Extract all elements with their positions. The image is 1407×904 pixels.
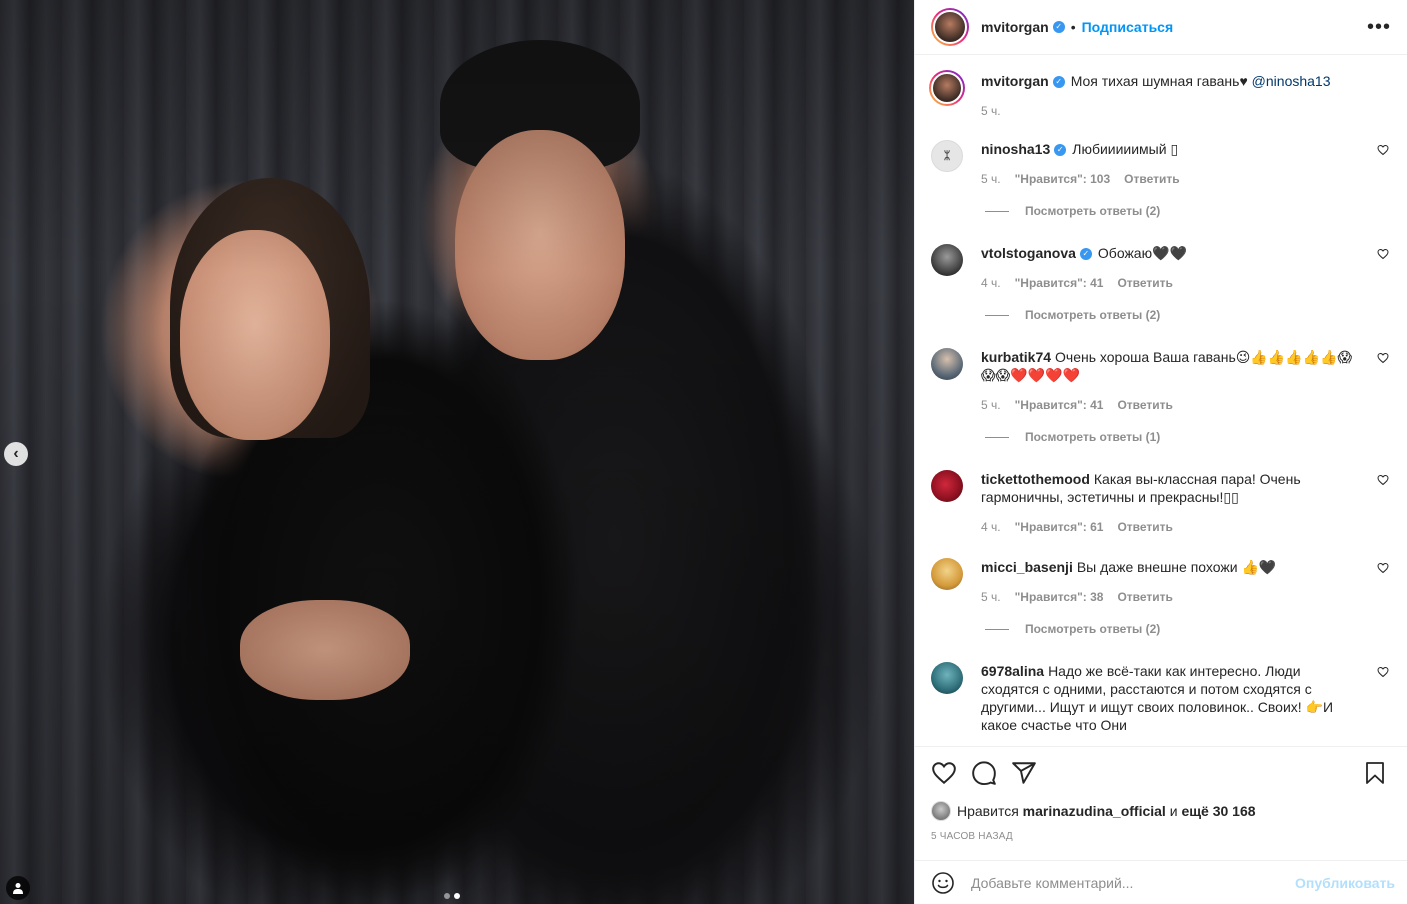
comment-time: 5 ч. [981,590,1001,604]
replies-divider-line [985,210,1009,212]
carousel-dot-active [454,893,460,899]
like-comment-heart-icon[interactable] [1377,666,1389,678]
like-comment-heart-icon[interactable] [1377,352,1389,364]
verified-badge-icon: ✓ [1054,144,1067,157]
comment-avatar[interactable]: ᛯ [931,140,963,172]
comments-list[interactable]: mvitorgan ✓ Моя тихая шумная гавань♥ @nino… [915,56,1407,745]
header-separator: • [1070,19,1076,35]
comment-likes-count[interactable]: "Нравится": 61 [1015,520,1104,534]
comment-text: Любииииимый ▯ [1072,141,1179,157]
comment-item: kurbatik74 Очень хороша Ваша гавань😉👍👍👍👍👍… [931,348,1391,412]
comment-likes-count[interactable]: "Нравится": 41 [1015,276,1104,290]
liker-username[interactable]: marinazudina_official [1023,803,1166,819]
reply-button[interactable]: Ответить [1117,276,1172,290]
more-options-icon[interactable]: ••• [1367,17,1391,37]
comment-time: 4 ч. [981,520,1001,534]
reply-button[interactable]: Ответить [1117,590,1172,604]
comment-likes-count[interactable]: "Нравится": 41 [1015,398,1104,412]
comment-username[interactable]: 6978alina [981,663,1044,679]
replies-divider-line [985,314,1009,316]
caption-avatar[interactable] [929,70,965,106]
comment-username[interactable]: vtolstoganova [981,245,1076,261]
post-side-panel: mvitorgan ✓ • Подписаться ••• mvitorgan ✓… [914,0,1407,904]
user-icon [13,883,23,894]
like-comment-heart-icon[interactable] [1377,248,1389,260]
view-replies-label: Посмотреть ответы (1) [1025,430,1161,444]
comment-avatar[interactable] [931,244,963,276]
previous-photo-button[interactable]: ‹ [4,442,28,466]
post-header: mvitorgan ✓ • Подписаться ••• [915,0,1407,55]
author-username[interactable]: mvitorgan [981,19,1049,35]
chevron-left-icon: ‹ [13,445,19,462]
likes-summary: Нравится marinazudina_official и ещё 30 … [931,801,1391,821]
comment-item: vtolstoganova ✓ Обожаю🖤🖤 4 ч. "Нравится": … [931,244,1391,290]
verified-badge-icon: ✓ [1079,248,1092,261]
comment-item: tickettothemood Какая вы-классная пара! О… [931,470,1391,534]
comment-item: ᛯ ninosha13 ✓ Любииииимый ▯ 5 ч. "Нравится… [931,140,1391,186]
comment-bubble-icon[interactable] [971,760,997,786]
liker-avatar[interactable] [931,801,951,821]
likes-and: и [1169,803,1178,819]
like-comment-heart-icon[interactable] [1377,474,1389,486]
view-replies-label: Посмотреть ответы (2) [1025,622,1161,636]
view-replies-button[interactable]: Посмотреть ответы (2) [985,622,1391,636]
comment-item: micci_basenji Вы даже внешне похожи 👍🖤 5 … [931,558,1391,604]
view-replies-label: Посмотреть ответы (2) [1025,308,1161,322]
post-actions: Нравится marinazudina_official и ещё 30 … [915,746,1407,862]
photo-shade [0,0,914,904]
author-avatar[interactable] [931,8,969,46]
comment-avatar[interactable] [931,558,963,590]
comment-likes-count[interactable]: "Нравится": 103 [1015,172,1111,186]
comment-input[interactable] [971,874,1296,891]
caption-time: 5 ч. [981,104,1001,118]
share-plane-icon[interactable] [1011,760,1037,786]
caption-username[interactable]: mvitorgan [981,73,1049,89]
reply-button[interactable]: Ответить [1124,172,1179,186]
comment-username[interactable]: tickettothemood [981,471,1090,487]
verified-badge-icon: ✓ [1052,76,1065,89]
likes-prefix: Нравится [957,803,1019,819]
comment-time: 5 ч. [981,398,1001,412]
avatar-pattern-icon: ᛯ [943,150,951,162]
comment-avatar[interactable] [931,662,963,694]
view-replies-button[interactable]: Посмотреть ответы (2) [985,308,1391,322]
carousel-dot [444,893,450,899]
comment-text: Вы даже внешне похожи 👍🖤 [1076,559,1277,575]
replies-divider-line [985,628,1009,630]
comment-avatar[interactable] [931,348,963,380]
comment-time: 4 ч. [981,276,1001,290]
carousel-indicator [444,893,460,899]
comment-item: 6978alina Надо же всё-таки как интересно.… [931,662,1391,734]
reply-button[interactable]: Ответить [1117,398,1172,412]
comment-time: 5 ч. [981,172,1001,186]
post-comment-button[interactable]: Опубликовать [1295,875,1395,891]
comment-username[interactable]: ninosha13 [981,141,1050,157]
likes-count[interactable]: ещё 30 168 [1181,803,1255,819]
comment-username[interactable]: kurbatik74 [981,349,1051,365]
reply-button[interactable]: Ответить [1117,520,1172,534]
like-comment-heart-icon[interactable] [1377,144,1389,156]
action-icons-row [931,759,1391,787]
verified-badge-icon: ✓ [1052,21,1065,33]
bookmark-icon[interactable] [1363,760,1387,786]
post-photo[interactable]: ‹ [0,0,914,904]
add-comment-bar: Опубликовать [915,860,1407,904]
caption-text: Моя тихая шумная гавань♥ [1070,73,1248,89]
post-timestamp[interactable]: 5 часов назад [931,831,1391,842]
comment-likes-count[interactable]: "Нравится": 38 [1015,590,1104,604]
post-caption: mvitorgan ✓ Моя тихая шумная гавань♥ @nino… [929,70,1391,118]
comment-text: Обожаю🖤🖤 [1097,245,1187,261]
like-heart-icon[interactable] [931,760,957,786]
comment-avatar[interactable] [931,470,963,502]
follow-button[interactable]: Подписаться [1082,19,1174,35]
comment-username[interactable]: micci_basenji [981,559,1073,575]
caption-mention-link[interactable]: @ninosha13 [1252,73,1331,89]
view-replies-button[interactable]: Посмотреть ответы (1) [985,430,1391,444]
emoji-smiley-icon[interactable] [931,871,955,895]
like-comment-heart-icon[interactable] [1377,562,1389,574]
replies-divider-line [985,436,1009,438]
view-replies-button[interactable]: Посмотреть ответы (2) [985,204,1391,218]
tagged-users-button[interactable] [6,876,30,900]
view-replies-label: Посмотреть ответы (2) [1025,204,1161,218]
